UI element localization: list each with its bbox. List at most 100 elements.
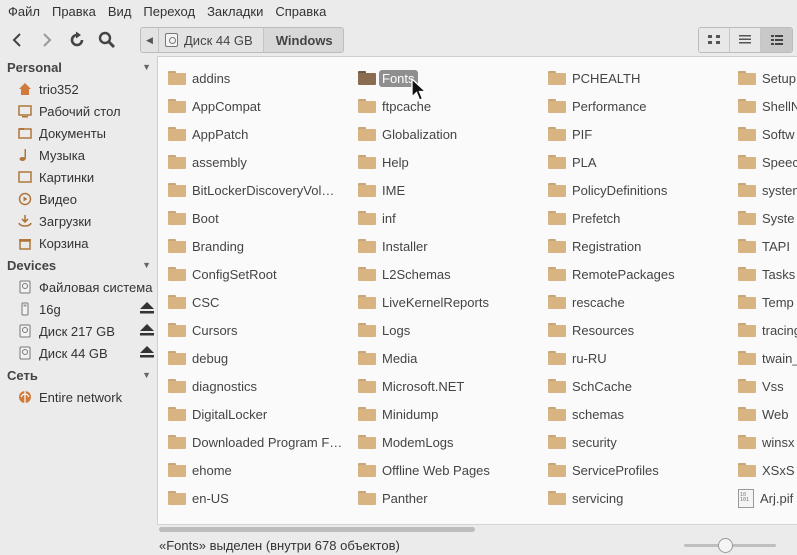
file-item[interactable]: Branding (168, 235, 244, 257)
file-item[interactable]: BitLockerDiscoveryVol… (168, 179, 334, 201)
file-item[interactable]: Temp (738, 291, 794, 313)
file-item[interactable]: Microsoft.NET (358, 375, 464, 397)
collapse-arrow-icon[interactable]: ▼ (142, 370, 151, 380)
file-item[interactable]: 10 101 Arj.pif (738, 487, 793, 509)
zoom-slider-knob[interactable] (718, 538, 734, 553)
file-item[interactable]: addins (168, 67, 230, 89)
path-left-arrow-icon[interactable]: ◀ (141, 28, 159, 52)
file-item[interactable]: PCHEALTH (548, 67, 640, 89)
file-item[interactable]: Syste (738, 207, 795, 229)
file-item[interactable]: PolicyDefinitions (548, 179, 667, 201)
file-item[interactable]: winsx (738, 431, 795, 453)
search-button[interactable] (92, 26, 122, 54)
file-item[interactable]: Cursors (168, 319, 238, 341)
file-item[interactable]: ServiceProfiles (548, 459, 659, 481)
file-item[interactable]: PIF (548, 123, 592, 145)
file-item[interactable]: Installer (358, 235, 428, 257)
file-item[interactable]: Performance (548, 95, 646, 117)
menu-item[interactable]: Закладки (201, 0, 269, 24)
sidebar-section-devices[interactable]: Devices ▼ (0, 254, 157, 276)
horizontal-scrollbar[interactable] (157, 524, 797, 534)
eject-icon[interactable] (140, 323, 154, 339)
sidebar-item[interactable]: Музыка (0, 144, 157, 166)
sidebar-item[interactable]: Файловая система (0, 276, 157, 298)
file-item[interactable]: Downloaded Program F… (168, 431, 342, 453)
sidebar-item[interactable]: Entire network (0, 386, 157, 408)
file-item[interactable]: ru-RU (548, 347, 607, 369)
forward-button[interactable] (32, 26, 62, 54)
file-item[interactable]: Tasks (738, 263, 795, 285)
file-item[interactable]: Resources (548, 319, 634, 341)
file-item[interactable]: Speec (738, 151, 797, 173)
file-item[interactable]: Softw (738, 123, 795, 145)
file-item[interactable]: TAPI (738, 235, 790, 257)
file-item[interactable]: XSxS (738, 459, 795, 481)
path-segment-disk[interactable]: Диск 44 GB (159, 28, 263, 52)
menu-item[interactable]: Переход (137, 0, 201, 24)
file-item[interactable]: twain_ (738, 347, 797, 369)
file-item[interactable]: Registration (548, 235, 641, 257)
sidebar-section-network[interactable]: Сеть ▼ (0, 364, 157, 386)
file-item[interactable]: ehome (168, 459, 232, 481)
file-item[interactable]: schemas (548, 403, 624, 425)
file-item[interactable]: Minidump (358, 403, 438, 425)
file-item[interactable]: L2Schemas (358, 263, 451, 285)
reload-button[interactable] (62, 26, 92, 54)
file-item[interactable]: servicing (548, 487, 623, 509)
file-item[interactable]: DigitalLocker (168, 403, 267, 425)
sidebar-item[interactable]: Рабочий стол (0, 100, 157, 122)
sidebar-item[interactable]: 16g (0, 298, 157, 320)
file-item[interactable]: Help (358, 151, 409, 173)
menu-item[interactable]: Справка (269, 0, 332, 24)
file-item[interactable]: Fonts (358, 67, 418, 89)
file-item[interactable]: en-US (168, 487, 229, 509)
file-item[interactable]: RemotePackages (548, 263, 675, 285)
file-item[interactable]: assembly (168, 151, 247, 173)
sidebar-item[interactable]: trio352 (0, 78, 157, 100)
eject-icon[interactable] (140, 301, 154, 317)
file-item[interactable]: IME (358, 179, 405, 201)
file-item[interactable]: Web (738, 403, 789, 425)
file-item[interactable]: ModemLogs (358, 431, 454, 453)
menu-item[interactable]: Вид (102, 0, 138, 24)
file-item[interactable]: Setup (738, 67, 796, 89)
file-item[interactable]: tracing (738, 319, 797, 341)
collapse-arrow-icon[interactable]: ▼ (142, 260, 151, 270)
path-segment-windows[interactable]: Windows (262, 28, 343, 52)
icon-view-button[interactable] (699, 28, 730, 52)
file-item[interactable]: debug (168, 347, 228, 369)
menu-item[interactable]: Файл (2, 0, 46, 24)
file-item[interactable]: system (738, 179, 797, 201)
compact-view-button[interactable] (761, 28, 792, 52)
file-item[interactable]: PLA (548, 151, 597, 173)
file-item[interactable]: ConfigSetRoot (168, 263, 277, 285)
file-item[interactable]: inf (358, 207, 396, 229)
sidebar-item[interactable]: Картинки (0, 166, 157, 188)
sidebar-section-personal[interactable]: Personal ▼ (0, 56, 157, 78)
collapse-arrow-icon[interactable]: ▼ (142, 62, 151, 72)
file-item[interactable]: CSC (168, 291, 219, 313)
list-view-button[interactable] (730, 28, 761, 52)
file-item[interactable]: AppCompat (168, 95, 261, 117)
file-item[interactable]: Media (358, 347, 417, 369)
file-item[interactable]: diagnostics (168, 375, 257, 397)
scrollbar-thumb[interactable] (159, 527, 475, 532)
file-item[interactable]: AppPatch (168, 123, 248, 145)
file-item[interactable]: rescache (548, 291, 625, 313)
menu-item[interactable]: Правка (46, 0, 102, 24)
sidebar-item[interactable]: Диск 44 GB (0, 342, 157, 364)
file-item[interactable]: SchCache (548, 375, 632, 397)
file-item[interactable]: Panther (358, 487, 428, 509)
file-item[interactable]: security (548, 431, 617, 453)
sidebar-item[interactable]: Видео (0, 188, 157, 210)
sidebar-item[interactable]: Загрузки (0, 210, 157, 232)
file-item[interactable]: Boot (168, 207, 219, 229)
file-item[interactable]: Offline Web Pages (358, 459, 490, 481)
file-item[interactable]: ShellN (738, 95, 797, 117)
eject-icon[interactable] (140, 345, 154, 361)
file-item[interactable]: Globalization (358, 123, 457, 145)
sidebar-item[interactable]: Диск 217 GB (0, 320, 157, 342)
sidebar-item[interactable]: Документы (0, 122, 157, 144)
file-item[interactable]: Vss (738, 375, 784, 397)
file-item[interactable]: LiveKernelReports (358, 291, 489, 313)
